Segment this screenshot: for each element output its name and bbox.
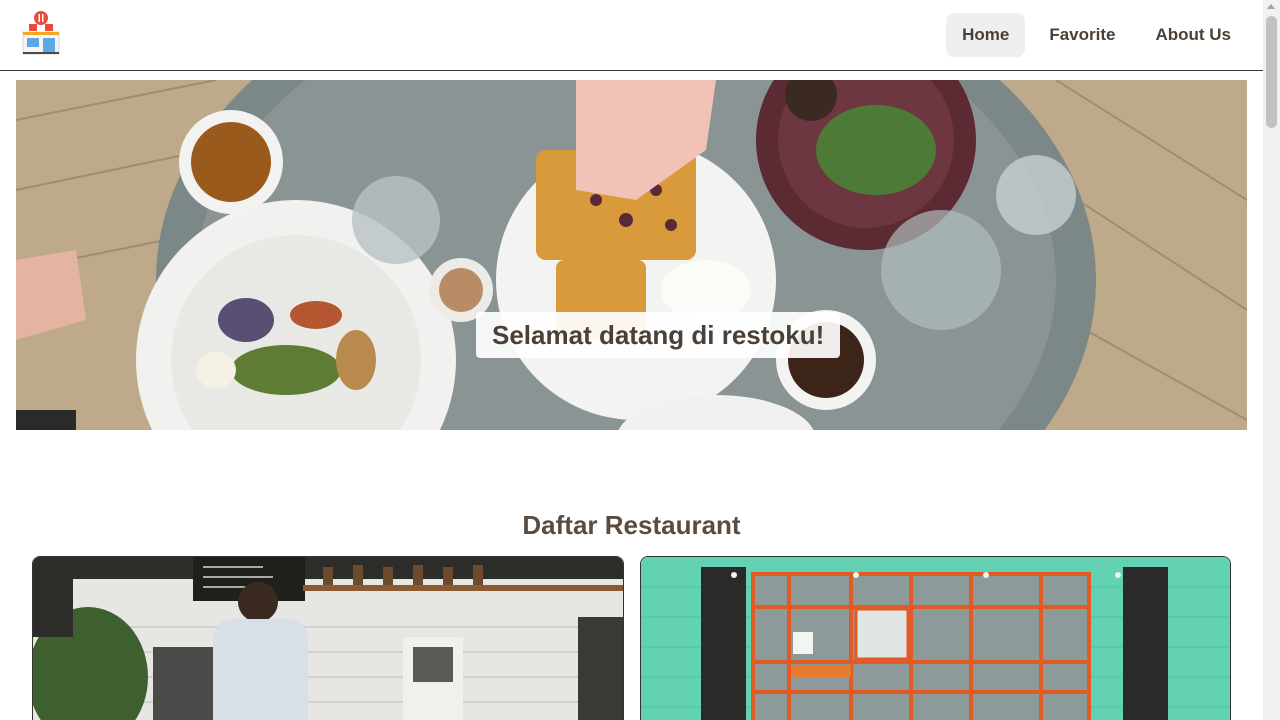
hero-welcome-text: Selamat datang di restoku! bbox=[476, 312, 841, 358]
nav-favorite-link[interactable]: Favorite bbox=[1033, 13, 1131, 57]
app-header: Home Favorite About Us bbox=[0, 0, 1263, 71]
restaurant-cafe-image bbox=[33, 557, 623, 720]
restaurant-logo-icon[interactable] bbox=[18, 10, 64, 56]
nav-about-us-link[interactable]: About Us bbox=[1139, 13, 1247, 57]
hero-banner: Selamat datang di restoku! bbox=[16, 80, 1247, 430]
scroll-up-arrow-icon[interactable] bbox=[1267, 4, 1275, 9]
restaurant-card[interactable] bbox=[640, 556, 1231, 720]
nav-home-link[interactable]: Home bbox=[946, 13, 1026, 57]
hero-food-table-image bbox=[16, 80, 1247, 430]
page-scrollbar[interactable] bbox=[1263, 0, 1280, 720]
main-nav: Home Favorite About Us bbox=[946, 13, 1247, 57]
restaurant-list-title: Daftar Restaurant bbox=[522, 510, 741, 540]
scrollbar-thumb[interactable] bbox=[1266, 16, 1277, 128]
restaurant-card[interactable] bbox=[32, 556, 624, 720]
restaurant-storefront-image bbox=[641, 557, 1230, 720]
